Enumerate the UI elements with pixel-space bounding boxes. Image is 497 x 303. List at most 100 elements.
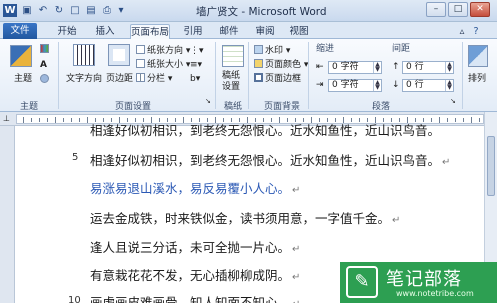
theme-colors-icon[interactable] [40, 44, 51, 57]
indent-right-field[interactable]: 0 字符 ▲ ▼ [328, 79, 382, 92]
orientation-button[interactable]: 纸张方向 ▾ [136, 45, 190, 58]
window-title: 墙广贤文 - Microsoft Word [196, 6, 327, 18]
columns-icon [136, 73, 145, 82]
ruler-tick [463, 118, 464, 122]
paragraph-mark-icon: ↵ [292, 244, 301, 255]
document-line-highlighted[interactable]: 易涨易退山溪水，易反易覆小人心。 ↵ [90, 178, 300, 197]
print-preview-icon[interactable]: ⎙ [100, 4, 114, 17]
document-line[interactable]: 有意栽花花不发，无心插柳柳成阴。 ↵ [90, 265, 300, 284]
ruler-tick [479, 118, 480, 122]
ruler-tick [87, 117, 88, 123]
text-direction-button[interactable]: 文字方向 [66, 71, 102, 84]
ruler-tick [447, 118, 448, 122]
new-doc-icon[interactable]: □ [68, 4, 82, 17]
arrange-button[interactable]: 排列 [468, 71, 486, 84]
help-icon[interactable]: ? [470, 24, 482, 39]
indent-left-spinner-icon[interactable]: ▲ ▼ [373, 62, 381, 73]
site-watermark: ✎ 笔记部落 www.notetribe.com [340, 262, 497, 303]
vertical-ruler[interactable] [0, 126, 15, 303]
ribbon-collapse-icon[interactable]: ▵ [456, 24, 468, 39]
space-before-icon: ↑ [392, 62, 400, 72]
indent-right-icon: ⇥ [316, 80, 324, 90]
document-line[interactable]: 相逢好似初相识，到老终无怨恨心。近水知鱼性，近山识鸟音。 ↵ [90, 150, 450, 169]
margins-button[interactable]: 页边距 [106, 71, 133, 84]
group-divider [58, 42, 59, 109]
word-app-icon[interactable]: W [3, 4, 17, 17]
tab-insert[interactable]: 插入 [92, 24, 118, 39]
watermark-button[interactable]: 水印 ▾ [254, 45, 290, 58]
breaks-icon[interactable]: ⋮▾ [190, 45, 204, 58]
page-setup-group-label: 页面设置 [115, 102, 152, 112]
group-divider [215, 42, 216, 109]
ruler-tick [47, 118, 48, 122]
ruler-tick [71, 118, 72, 122]
ruler-tick [63, 118, 64, 122]
space-after-field[interactable]: 0 行 ▲ ▼ [402, 79, 454, 92]
page-color-icon [254, 59, 263, 68]
document-line[interactable]: 逢人且说三分话，未可全抛一片心。 ↵ [90, 237, 300, 256]
line-numbers-icon[interactable]: ≡▾ [190, 59, 202, 72]
title-bar: W ▣ ↶ ↻ □ ▤ ⎙ ▾ 墙广贤文 - Microsoft Word – … [0, 0, 497, 22]
notebook-pen-icon: ✎ [346, 266, 378, 298]
undo-icon[interactable]: ↶ [36, 4, 50, 17]
tab-review[interactable]: 审阅 [252, 24, 278, 39]
page-size-icon [136, 59, 145, 68]
spacing-label: 间距 [392, 44, 411, 54]
save-icon[interactable]: ▣ [20, 4, 34, 17]
margins-icon[interactable] [108, 44, 130, 66]
tab-view[interactable]: 视图 [286, 24, 312, 39]
redo-icon[interactable]: ↻ [52, 4, 66, 17]
document-line[interactable]: 相逢好似初相识，到老终无怨恨心。近水知鱼性，近山识鸟音。 [90, 120, 440, 139]
draft-settings-button[interactable]: 稿纸设置 [222, 71, 244, 93]
line-number: 10 [68, 295, 81, 303]
minimize-button[interactable]: – [426, 2, 446, 17]
page-size-button[interactable]: 纸张大小 ▾ [136, 59, 190, 72]
maximize-button[interactable]: □ [448, 2, 468, 17]
tab-file[interactable]: 文件 [3, 23, 37, 39]
ruler-tick [39, 118, 40, 122]
space-before-field[interactable]: 0 行 ▲ ▼ [402, 61, 454, 74]
customize-toolbar-icon[interactable]: ▾ [114, 4, 128, 17]
indent-left-field[interactable]: 0 字符 ▲ ▼ [328, 61, 382, 74]
paragraph-launcher-icon[interactable]: ↘ [450, 95, 456, 108]
draft-paper-icon[interactable] [222, 45, 244, 67]
ribbon-tabs: 文件 开始 插入 页面布局 引用 邮件 审阅 视图 ? ▵ [0, 22, 497, 39]
ruler-tick [455, 118, 456, 122]
theme-fonts-icon[interactable]: A [40, 59, 47, 72]
page-border-button[interactable]: 页面边框 [254, 73, 301, 86]
tab-home[interactable]: 开始 [54, 24, 80, 39]
paragraph-mark-icon: ↵ [442, 157, 451, 168]
document-line[interactable]: 运去金成铁，时来铁似金，读书须用意，一字值千金。 ↵ [90, 208, 400, 227]
watermark-icon [254, 45, 263, 54]
indent-right-spinner-icon[interactable]: ▲ ▼ [373, 80, 381, 91]
tab-page-layout[interactable]: 页面布局 [130, 24, 170, 39]
close-button[interactable]: ✕ [470, 2, 490, 17]
theme-button[interactable]: 主题 [14, 71, 32, 84]
page-color-button[interactable]: 页面颜色 ▾ [254, 59, 308, 72]
ruler-toggle-icon[interactable]: ⊥ [3, 112, 10, 125]
line-number: 5 [72, 152, 79, 163]
tab-references[interactable]: 引用 [180, 24, 206, 39]
theme-icon[interactable] [10, 45, 32, 67]
scrollbar-thumb[interactable] [487, 136, 495, 196]
tab-mailings[interactable]: 邮件 [216, 24, 242, 39]
ruler-tick [31, 118, 32, 122]
ruler-tick [471, 117, 472, 123]
page-border-icon [254, 73, 263, 82]
theme-effects-icon[interactable] [40, 74, 51, 87]
ruler-tick [55, 117, 56, 123]
page-setup-launcher-icon[interactable]: ↘ [205, 95, 211, 108]
space-after-spinner-icon[interactable]: ▲ ▼ [445, 80, 453, 91]
columns-button[interactable]: 分栏 ▾ [136, 73, 172, 86]
arrange-icon[interactable] [468, 45, 488, 67]
space-before-spinner-icon[interactable]: ▲ ▼ [445, 62, 453, 73]
space-after-icon: ↓ [392, 80, 400, 90]
open-folder-icon[interactable]: ▤ [84, 4, 98, 17]
orientation-icon [136, 45, 145, 54]
theme-group-label: 主题 [20, 102, 39, 112]
document-line[interactable]: 画虎画皮难画骨，知人知面不知心。↵ [90, 292, 300, 303]
text-direction-icon[interactable] [73, 44, 95, 66]
page-background-group-label: 页面背景 [264, 102, 301, 112]
paragraph-mark-icon: ↵ [292, 299, 300, 303]
hyphenation-icon[interactable]: b▾ [190, 73, 200, 86]
